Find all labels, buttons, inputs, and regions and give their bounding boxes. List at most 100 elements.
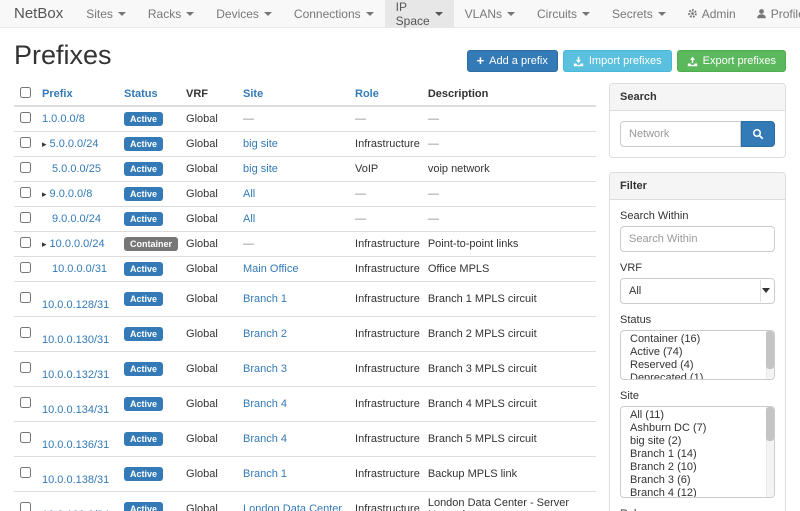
prefix-link[interactable]: 10.0.0.138/31 xyxy=(42,474,109,486)
vrf-value: Global xyxy=(182,387,239,422)
sidebar: Search Filter Search Withi xyxy=(609,83,786,511)
listbox-option[interactable]: Branch 1 (14) xyxy=(621,448,774,461)
row-checkbox[interactable] xyxy=(20,502,31,511)
site-link[interactable]: Branch 2 xyxy=(243,328,287,340)
role-value: Infrastructure xyxy=(351,132,424,157)
role-value: Infrastructure xyxy=(351,282,424,317)
empty-dash: — xyxy=(428,213,439,225)
prefix-link[interactable]: 10.0.0.0/24 xyxy=(50,238,105,250)
site-link[interactable]: big site xyxy=(243,138,278,150)
nav-item-ip-space[interactable]: IP Space xyxy=(385,0,454,27)
listbox-option[interactable]: Reserved (4) xyxy=(621,359,774,372)
nav-item-devices[interactable]: Devices xyxy=(205,0,283,27)
prefix-link[interactable]: 9.0.0.0/8 xyxy=(50,188,93,200)
site-link[interactable]: Branch 3 xyxy=(243,363,287,375)
listbox-option[interactable]: Branch 2 (10) xyxy=(621,461,774,474)
site-link[interactable]: Branch 4 xyxy=(243,398,287,410)
site-link[interactable]: London Data Center xyxy=(243,503,342,511)
listbox-option[interactable]: Branch 3 (6) xyxy=(621,474,774,487)
status-badge: Active xyxy=(124,327,163,341)
navbar-right: Admin Profile Log out xyxy=(677,0,800,27)
site-link[interactable]: Main Office xyxy=(243,263,298,275)
column-header-description: Description xyxy=(424,83,596,106)
row-checkbox[interactable] xyxy=(20,212,31,223)
scrollbar-thumb[interactable] xyxy=(766,331,774,369)
table-row: ▸9.0.0.0/8 Active Global All — — xyxy=(14,182,596,207)
prefix-link[interactable]: 10.0.0.132/31 xyxy=(42,369,109,381)
prefix-link[interactable]: 10.0.0.128/31 xyxy=(42,299,109,311)
listbox-option[interactable]: Container (16) xyxy=(621,333,774,346)
row-checkbox[interactable] xyxy=(20,162,31,173)
export-prefixes-button[interactable]: Export prefixes xyxy=(677,50,786,72)
site-link[interactable]: Branch 1 xyxy=(243,468,287,480)
status-badge: Active xyxy=(124,362,163,376)
prefix-link[interactable]: 10.0.0.134/31 xyxy=(42,404,109,416)
prefix-link[interactable]: 10.0.0.130/31 xyxy=(42,334,109,346)
search-icon xyxy=(752,128,764,140)
prefix-link[interactable]: 9.0.0.0/24 xyxy=(52,213,101,225)
row-checkbox[interactable] xyxy=(20,327,31,338)
caret-right-icon: ▸ xyxy=(42,189,47,199)
prefix-link[interactable]: 10.0.0.136/31 xyxy=(42,439,109,451)
filter-panel: Filter Search WithinVRFAllStatusContaine… xyxy=(609,172,786,511)
role-value: Infrastructure xyxy=(351,422,424,457)
profile-link[interactable]: Profile xyxy=(746,7,800,21)
row-checkbox[interactable] xyxy=(20,262,31,273)
vrf-value: Global xyxy=(182,157,239,182)
nav-item-secrets[interactable]: Secrets xyxy=(601,0,677,27)
prefix-link[interactable]: 1.0.0.0/8 xyxy=(42,113,85,125)
nav-item-circuits[interactable]: Circuits xyxy=(526,0,601,27)
chevron-down-icon xyxy=(186,12,194,16)
site-link[interactable]: Branch 1 xyxy=(243,293,287,305)
import-prefixes-button[interactable]: Import prefixes xyxy=(563,50,672,72)
export-icon xyxy=(687,56,698,67)
listbox-option[interactable]: Ashburn DC (7) xyxy=(621,422,774,435)
row-checkbox[interactable] xyxy=(20,187,31,198)
brand[interactable]: NetBox xyxy=(0,0,75,27)
prefix-link[interactable]: 5.0.0.0/25 xyxy=(52,163,101,175)
prefix-link[interactable]: 10.0.0.0/31 xyxy=(52,263,107,275)
row-checkbox[interactable] xyxy=(20,362,31,373)
nav-item-connections[interactable]: Connections xyxy=(283,0,385,27)
import-icon xyxy=(573,56,584,67)
filter-label-search-within: Search Within xyxy=(620,210,775,222)
status-badge: Active xyxy=(124,467,163,481)
add-prefix-button[interactable]: + Add a prefix xyxy=(467,50,558,72)
row-checkbox[interactable] xyxy=(20,237,31,248)
search-input[interactable] xyxy=(620,121,741,147)
select-all-checkbox[interactable] xyxy=(20,87,31,98)
listbox-option[interactable]: Deprecated (1) xyxy=(621,372,774,380)
vrf-value: Global xyxy=(182,492,239,511)
row-checkbox[interactable] xyxy=(20,397,31,408)
listbox-option[interactable]: Branch 4 (12) xyxy=(621,487,774,498)
vrf-value: Global xyxy=(182,422,239,457)
filter-panel-title: Filter xyxy=(610,173,785,200)
row-checkbox[interactable] xyxy=(20,432,31,443)
gear-icon xyxy=(687,8,698,19)
listbox-option[interactable]: All (11) xyxy=(621,409,774,422)
row-checkbox[interactable] xyxy=(20,137,31,148)
row-checkbox[interactable] xyxy=(20,112,31,123)
filter-select-vrf[interactable]: All xyxy=(620,278,775,304)
role-value: — xyxy=(351,106,424,132)
site-link[interactable]: Branch 4 xyxy=(243,433,287,445)
search-button[interactable] xyxy=(741,121,775,147)
row-checkbox[interactable] xyxy=(20,467,31,478)
status-badge: Active xyxy=(124,262,163,276)
chevron-down-icon xyxy=(118,12,126,16)
row-checkbox[interactable] xyxy=(20,292,31,303)
nav-item-sites[interactable]: Sites xyxy=(75,0,137,27)
prefix-link[interactable]: 5.0.0.0/24 xyxy=(50,138,99,150)
nav-item-racks[interactable]: Racks xyxy=(137,0,205,27)
site-link[interactable]: All xyxy=(243,188,255,200)
filter-listbox-status[interactable]: Container (16)Active (74)Reserved (4)Dep… xyxy=(620,330,775,380)
site-link[interactable]: big site xyxy=(243,163,278,175)
scrollbar-thumb[interactable] xyxy=(766,407,774,441)
listbox-option[interactable]: Active (74) xyxy=(621,346,774,359)
filter-listbox-site[interactable]: All (11)Ashburn DC (7)big site (2)Branch… xyxy=(620,406,775,498)
nav-item-vlans[interactable]: VLANs xyxy=(454,0,526,27)
site-link[interactable]: All xyxy=(243,213,255,225)
filter-input-search-within[interactable] xyxy=(620,226,775,252)
admin-link[interactable]: Admin xyxy=(677,7,746,21)
listbox-option[interactable]: big site (2) xyxy=(621,435,774,448)
